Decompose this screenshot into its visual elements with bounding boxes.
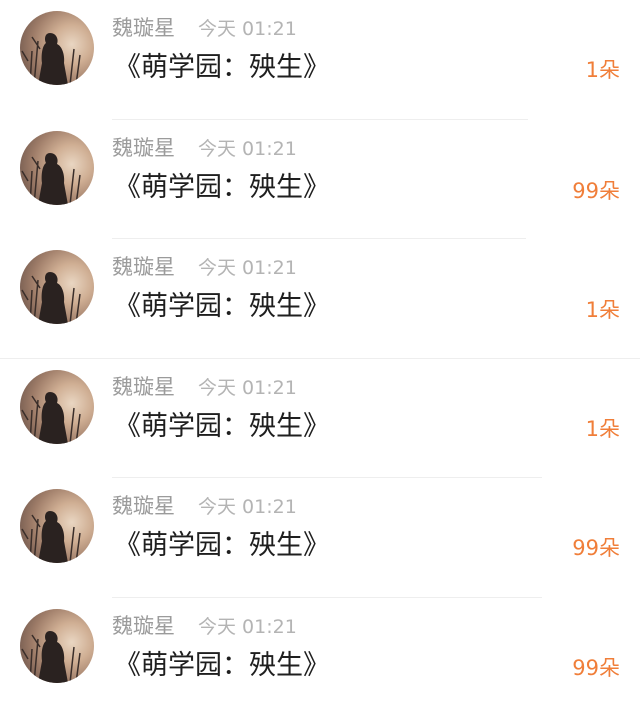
sender-name: 魏璇星 (112, 612, 175, 640)
list-item[interactable]: 魏璇星 今天 01:21 《萌学园：殃生》 1朵 (0, 359, 640, 479)
list-item[interactable]: 魏璇星 今天 01:21 《萌学园：殃生》 1朵 (0, 0, 640, 120)
avatar[interactable] (20, 250, 94, 324)
work-title: 《萌学园：殃生》 (114, 409, 330, 445)
gift-list: 魏璇星 今天 01:21 《萌学园：殃生》 1朵 魏璇星 今天 01:21 《萌… (0, 0, 640, 711)
list-item[interactable]: 魏璇星 今天 01:21 《萌学园：殃生》 99朵 (0, 478, 640, 598)
silhouette-icon (20, 11, 94, 85)
sender-name: 魏璇星 (112, 14, 175, 42)
silhouette-icon (20, 131, 94, 205)
work-title: 《萌学园：殃生》 (114, 289, 330, 325)
avatar[interactable] (20, 11, 94, 85)
timestamp: 今天 01:21 (198, 374, 297, 402)
timestamp: 今天 01:21 (198, 15, 297, 43)
list-item[interactable]: 魏璇星 今天 01:21 《萌学园：殃生》 1朵 (0, 239, 640, 359)
sender-name: 魏璇星 (112, 253, 175, 281)
work-title: 《萌学园：殃生》 (114, 648, 330, 684)
avatar[interactable] (20, 131, 94, 205)
sender-name: 魏璇星 (112, 492, 175, 520)
timestamp: 今天 01:21 (198, 254, 297, 282)
timestamp: 今天 01:21 (198, 493, 297, 521)
silhouette-icon (20, 489, 94, 563)
sender-name: 魏璇星 (112, 134, 175, 162)
timestamp: 今天 01:21 (198, 613, 297, 641)
flower-count: 1朵 (586, 296, 620, 324)
flower-count: 99朵 (572, 534, 620, 562)
work-title: 《萌学园：殃生》 (114, 50, 330, 86)
flower-count: 1朵 (586, 415, 620, 443)
flower-count: 1朵 (586, 56, 620, 84)
avatar[interactable] (20, 370, 94, 444)
flower-count: 99朵 (572, 654, 620, 682)
list-item[interactable]: 魏璇星 今天 01:21 《萌学园：殃生》 99朵 (0, 120, 640, 240)
silhouette-icon (20, 250, 94, 324)
silhouette-icon (20, 609, 94, 683)
avatar[interactable] (20, 489, 94, 563)
work-title: 《萌学园：殃生》 (114, 528, 330, 564)
sender-name: 魏璇星 (112, 373, 175, 401)
timestamp: 今天 01:21 (198, 135, 297, 163)
silhouette-icon (20, 370, 94, 444)
avatar[interactable] (20, 609, 94, 683)
list-item[interactable]: 魏璇星 今天 01:21 《萌学园：殃生》 99朵 (0, 598, 640, 717)
flower-count: 99朵 (572, 177, 620, 205)
work-title: 《萌学园：殃生》 (114, 170, 330, 206)
